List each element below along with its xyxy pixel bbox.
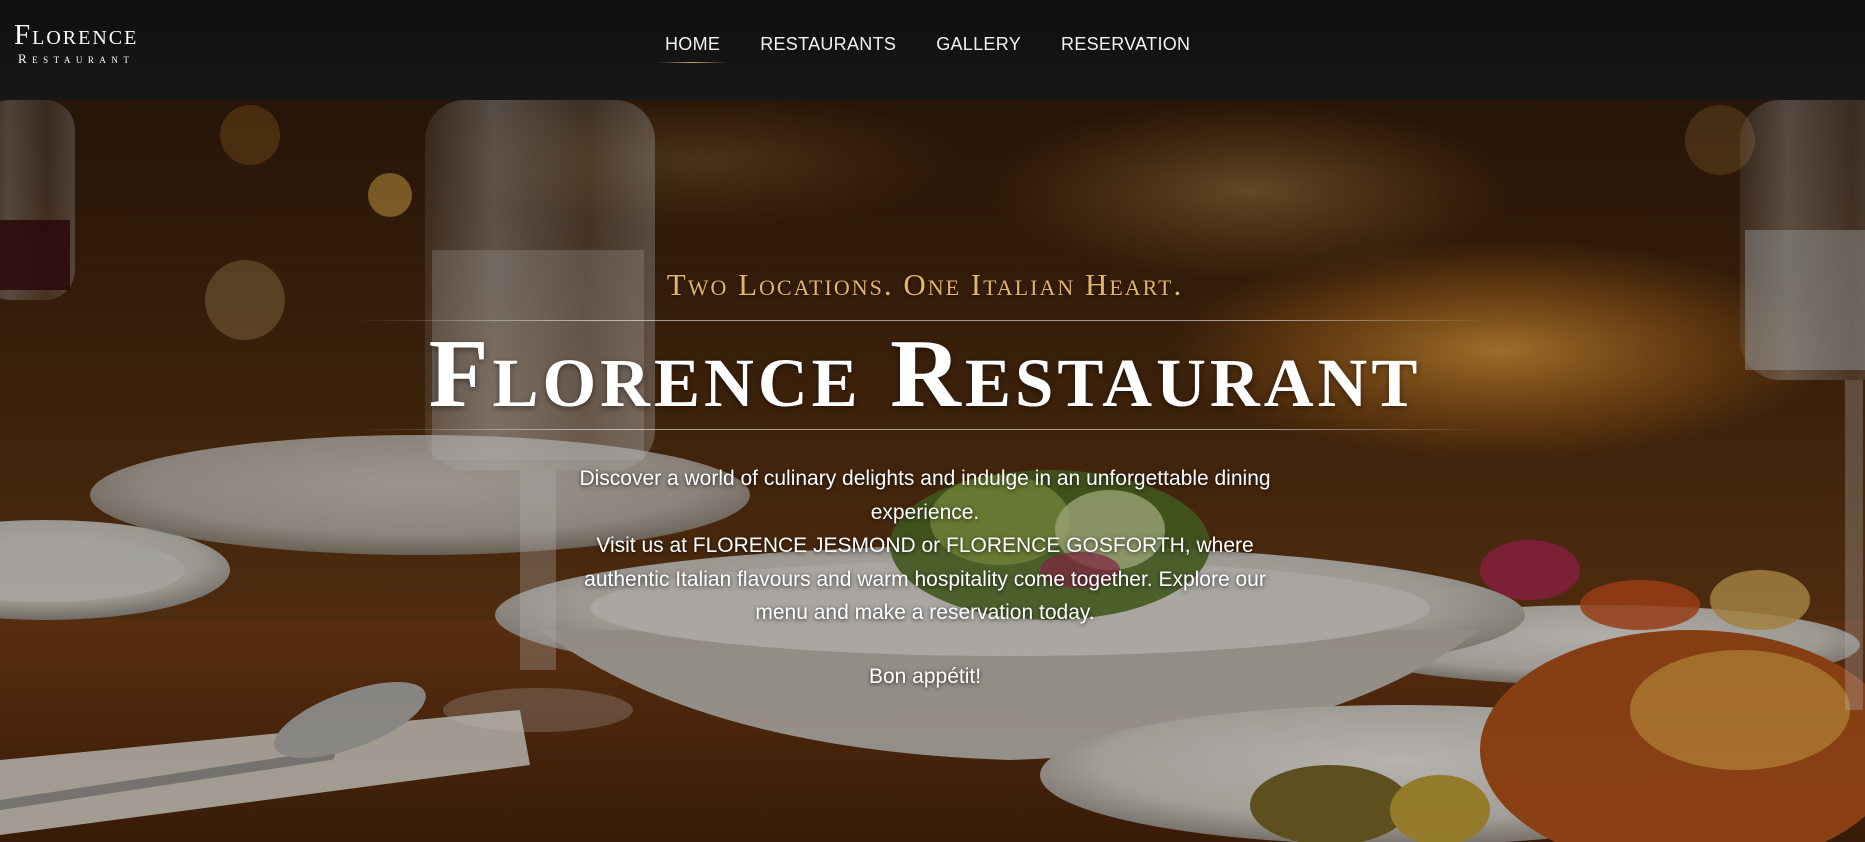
nav-item-gallery[interactable]: GALLERY — [936, 30, 1021, 63]
hero-title: Florence Restaurant — [428, 320, 1422, 428]
hero-closing: Bon appétit! — [868, 665, 982, 688]
nav-item-reservation[interactable]: RESERVATION — [1061, 30, 1190, 63]
hero-description-line-2: Visit us at FLORENCE JESMOND or FLORENCE… — [584, 534, 1266, 624]
hero-section: Two Locations. One Italian Heart. Floren… — [0, 100, 1865, 842]
hero-tagline: Two Locations. One Italian Heart. — [666, 267, 1184, 302]
divider-bottom — [360, 429, 1490, 430]
site-logo[interactable]: Florence Restaurant — [14, 20, 138, 66]
hero-description-line-1: Discover a world of culinary delights an… — [579, 467, 1271, 524]
nav-item-home[interactable]: HOME — [656, 30, 729, 63]
logo-subtitle: Restaurant — [17, 51, 135, 66]
nav-item-restaurants[interactable]: RESTAURANTS — [760, 30, 896, 63]
logo-name: Florence — [14, 19, 139, 51]
main-nav: HOME RESTAURANTS GALLERY RESERVATION — [656, 30, 1230, 63]
top-navigation-bar: Florence Restaurant HOME RESTAURANTS GAL… — [0, 0, 1865, 100]
hero-description: Discover a world of culinary delights an… — [565, 462, 1285, 630]
